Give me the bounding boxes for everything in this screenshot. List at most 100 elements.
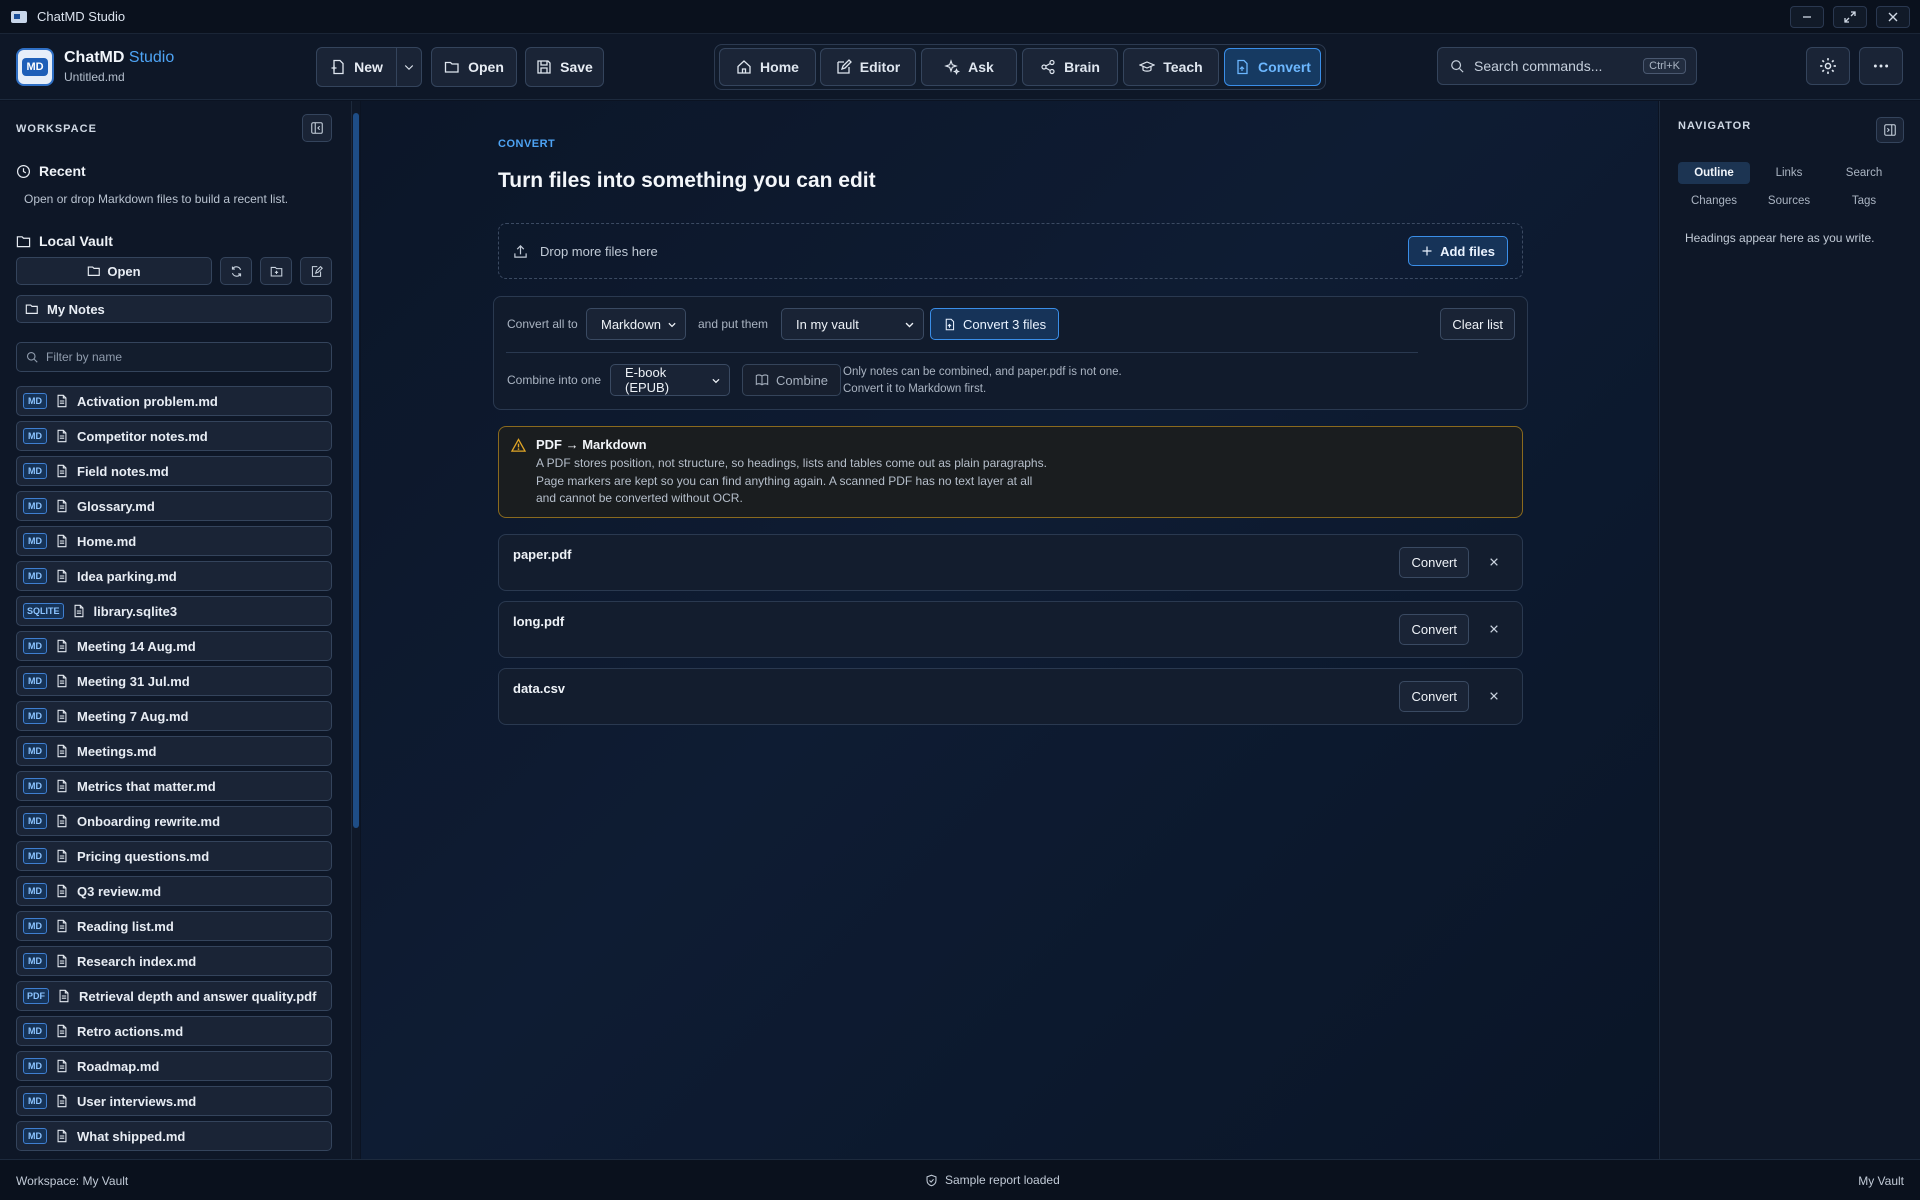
nav-ask[interactable]: Ask [921, 48, 1017, 86]
new-file-icon [331, 59, 344, 75]
new-folder-button[interactable] [260, 257, 292, 285]
convert-file-button[interactable]: Convert [1399, 547, 1469, 578]
convert-file-button[interactable]: Convert [1399, 681, 1469, 712]
tab-search[interactable]: Search [1828, 162, 1900, 184]
file-icon [57, 744, 67, 758]
combine-format-select[interactable]: E-book (EPUB) [610, 364, 730, 396]
tab-links[interactable]: Links [1753, 162, 1825, 184]
file-list-item[interactable]: MD Q3 review.md [16, 876, 332, 906]
drop-zone[interactable]: Drop more files here Add files [498, 223, 1523, 279]
file-list-item[interactable]: MD Reading list.md [16, 911, 332, 941]
filter-input[interactable]: Filter by name [16, 342, 332, 372]
search-placeholder: Search commands... [1474, 58, 1603, 74]
convert-view: CONVERT Turn files into something you ca… [361, 101, 1658, 1159]
maximize-button[interactable] [1833, 6, 1867, 28]
file-name: Onboarding rewrite.md [77, 813, 221, 829]
file-list-item[interactable]: MD Onboarding rewrite.md [16, 806, 332, 836]
file-list-item[interactable]: MD Meetings.md [16, 736, 332, 766]
combine-button[interactable]: Combine [742, 364, 842, 396]
file-list-item[interactable]: MD Home.md [16, 526, 332, 556]
folder-my-notes[interactable]: My Notes [16, 295, 332, 323]
plus-icon [1422, 246, 1432, 256]
tab-tags[interactable]: Tags [1828, 190, 1900, 212]
remove-file-button[interactable] [1484, 686, 1504, 706]
file-list-item[interactable]: MD Meeting 31 Jul.md [16, 666, 332, 696]
file-list-item[interactable]: MD Field notes.md [16, 456, 332, 486]
settings-button[interactable] [1806, 47, 1850, 85]
sidebar-scrollbar[interactable] [352, 101, 360, 1159]
file-type-badge: MD [23, 673, 47, 689]
nav-editor[interactable]: Editor [820, 48, 916, 86]
vault-open-button[interactable]: Open [16, 257, 212, 285]
scrollbar-thumb[interactable] [353, 113, 359, 828]
remove-file-button[interactable] [1484, 619, 1504, 639]
tab-changes[interactable]: Changes [1678, 190, 1750, 212]
app-logo[interactable]: MD [16, 48, 54, 86]
more-button[interactable] [1859, 47, 1903, 85]
collapse-navigator-button[interactable] [1876, 117, 1904, 143]
file-list-item[interactable]: MD Research index.md [16, 946, 332, 976]
file-type-badge: MD [23, 1023, 47, 1039]
destination-select[interactable]: In my vault [781, 308, 924, 340]
section-eyebrow: CONVERT [498, 138, 556, 150]
file-name: Meeting 14 Aug.md [77, 638, 196, 654]
tab-sources[interactable]: Sources [1753, 190, 1825, 212]
file-list-item[interactable]: MD Meeting 7 Aug.md [16, 701, 332, 731]
convert-file-button[interactable]: Convert [1399, 614, 1469, 645]
tab-outline[interactable]: Outline [1678, 162, 1750, 184]
file-list-item[interactable]: MD User interviews.md [16, 1086, 332, 1116]
brand-suffix: Studio [128, 49, 175, 66]
refresh-icon [231, 265, 241, 277]
command-search[interactable]: Search commands... Ctrl+K [1437, 47, 1697, 85]
remove-file-button[interactable] [1484, 552, 1504, 572]
close-window-button[interactable] [1876, 6, 1910, 28]
convert-all-button[interactable]: Convert 3 files [930, 308, 1060, 340]
current-filename: Untitled.md [64, 70, 125, 84]
save-button[interactable]: Save [525, 47, 604, 87]
new-dropdown-button[interactable] [396, 47, 422, 87]
search-shortcut: Ctrl+K [1643, 58, 1686, 74]
file-list-item[interactable]: SQLITE library.sqlite3 [16, 596, 332, 626]
file-list-item[interactable]: MD Pricing questions.md [16, 841, 332, 871]
file-list-item[interactable]: MD Metrics that matter.md [16, 771, 332, 801]
file-list-item[interactable]: MD Meeting 14 Aug.md [16, 631, 332, 661]
new-button[interactable]: New [316, 47, 397, 87]
new-note-button[interactable] [300, 257, 332, 285]
search-icon [1451, 60, 1464, 73]
open-button[interactable]: Open [431, 47, 517, 87]
file-list-item[interactable]: MD Competitor notes.md [16, 421, 332, 451]
nav-teach[interactable]: Teach [1123, 48, 1219, 86]
nav-convert[interactable]: Convert [1224, 48, 1321, 86]
nav-brain[interactable]: Brain [1022, 48, 1118, 86]
outline-empty-text: Headings appear here as you write. [1685, 231, 1875, 245]
file-type-badge: MD [23, 1128, 47, 1144]
minimize-button[interactable] [1790, 6, 1824, 28]
file-list-item[interactable]: MD Roadmap.md [16, 1051, 332, 1081]
more-horizontal-icon [1873, 64, 1889, 68]
file-name: Field notes.md [77, 463, 169, 479]
convert-file-label: Convert [1411, 689, 1457, 704]
file-type-badge: MD [23, 568, 47, 584]
file-name: library.sqlite3 [93, 603, 178, 619]
file-list-item[interactable]: MD Glossary.md [16, 491, 332, 521]
folder-open-icon [444, 61, 459, 73]
close-icon [1888, 12, 1898, 22]
file-icon [57, 779, 67, 793]
add-files-button[interactable]: Add files [1408, 236, 1508, 266]
file-name: Competitor notes.md [77, 428, 208, 444]
refresh-vault-button[interactable] [220, 257, 252, 285]
clear-list-button[interactable]: Clear list [1440, 308, 1515, 340]
combine-note-line-2: Convert it to Markdown first. [843, 383, 987, 395]
file-list-item[interactable]: MD What shipped.md [16, 1121, 332, 1151]
file-list-item[interactable]: MD Activation problem.md [16, 386, 332, 416]
file-name: Retro actions.md [77, 1023, 184, 1039]
file-list-item[interactable]: PDF Retrieval depth and answer quality.pd… [16, 981, 332, 1011]
edit-icon [837, 59, 852, 74]
gear-icon [1820, 58, 1836, 74]
file-list-item[interactable]: MD Retro actions.md [16, 1016, 332, 1046]
nav-home[interactable]: Home [719, 48, 816, 86]
file-type-badge: MD [23, 463, 47, 479]
format-select[interactable]: Markdown [586, 308, 686, 340]
file-list-item[interactable]: MD Idea parking.md [16, 561, 332, 591]
collapse-sidebar-button[interactable] [302, 114, 332, 142]
